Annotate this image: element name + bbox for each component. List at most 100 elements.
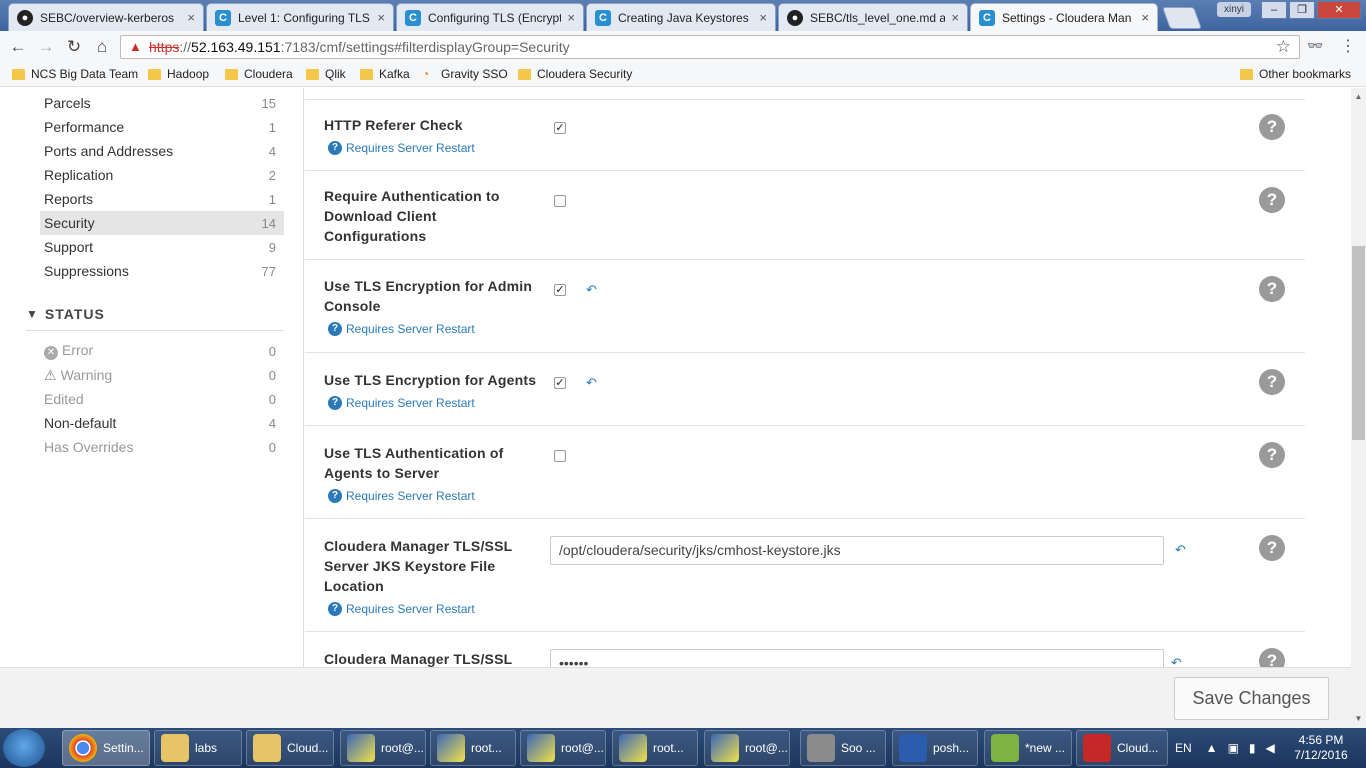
taskbar-item[interactable]: root@...	[340, 730, 426, 766]
browser-tab[interactable]: C Creating Java Keystores ×	[586, 3, 776, 31]
undo-icon[interactable]: ↶	[586, 375, 597, 391]
undo-icon[interactable]: ↶	[586, 282, 597, 298]
bookmark-item[interactable]: Hadoop	[148, 67, 209, 81]
taskbar-item[interactable]: root@...	[704, 730, 790, 766]
setting-checkbox[interactable]	[554, 450, 566, 462]
close-icon[interactable]: ×	[567, 10, 575, 25]
keystore-password-input[interactable]: ••••••	[550, 649, 1164, 667]
requires-restart-note[interactable]: ? Requires Server Restart	[328, 322, 475, 336]
bookmark-item[interactable]: ◔ Gravity SSO	[422, 67, 508, 81]
undo-icon[interactable]: ↶	[1171, 655, 1182, 667]
filter-category[interactable]: Performance 1	[40, 115, 284, 139]
network-icon[interactable]: ▮	[1249, 741, 1256, 755]
filter-category[interactable]: Support 9	[40, 235, 284, 259]
bookmark-star-icon[interactable]: ☆	[1276, 37, 1291, 57]
setting-row: Cloudera Manager TLS/SSL •••••• ↶ ?	[305, 632, 1305, 667]
filter-category[interactable]: Ports and Addresses 4	[40, 139, 284, 163]
save-changes-button[interactable]: Save Changes	[1174, 677, 1329, 720]
window-close-button[interactable]: ✕	[1317, 1, 1361, 19]
status-filter-warning[interactable]: ⚠ Warning 0	[40, 363, 284, 387]
taskbar-item[interactable]: Cloud...	[246, 730, 334, 766]
browser-tab[interactable]: C Level 1: Configuring TLS ×	[206, 3, 394, 31]
notepad-icon	[991, 734, 1019, 762]
setting-checkbox[interactable]: ✓	[554, 284, 566, 296]
requires-restart-note[interactable]: ? Requires Server Restart	[328, 396, 475, 410]
filter-category[interactable]: Suppressions 77	[40, 259, 284, 283]
requires-restart-note[interactable]: ? Requires Server Restart	[328, 602, 475, 616]
tray-expand-icon[interactable]: ▲	[1206, 741, 1218, 755]
language-indicator[interactable]: EN	[1175, 741, 1192, 755]
maximize-button[interactable]: ❐	[1289, 1, 1315, 19]
home-icon[interactable]: ⌂	[92, 37, 112, 57]
taskbar-item[interactable]: *new ...	[984, 730, 1072, 766]
tab-title: Configuring TLS (Encrypti	[428, 10, 562, 25]
close-icon[interactable]: ×	[377, 10, 385, 25]
setting-checkbox[interactable]: ✓	[554, 377, 566, 389]
back-icon[interactable]: ←	[8, 37, 28, 57]
help-icon[interactable]: ?	[1259, 648, 1285, 667]
menu-icon[interactable]: ⋮	[1340, 36, 1356, 56]
bookmark-item[interactable]: Cloudera	[225, 67, 293, 81]
setting-checkbox[interactable]	[554, 195, 566, 207]
status-filter-non-default[interactable]: Non-default 4	[40, 411, 284, 435]
status-filter-has-overrides[interactable]: Has Overrides 0	[40, 435, 284, 459]
minimize-button[interactable]: –	[1261, 1, 1287, 19]
scroll-down-arrow[interactable]: ▼	[1351, 714, 1366, 723]
settings-row-partial	[305, 88, 1305, 100]
other-bookmarks[interactable]: Other bookmarks	[1240, 67, 1351, 81]
device-icon[interactable]: ▣	[1228, 741, 1239, 755]
taskbar-item[interactable]: labs	[154, 730, 242, 766]
bookmark-item[interactable]: Cloudera Security	[518, 67, 632, 81]
folder-icon	[148, 68, 161, 80]
status-section-header[interactable]: ▼ STATUS	[26, 306, 105, 322]
help-icon[interactable]: ?	[1259, 114, 1285, 140]
clock[interactable]: 4:56 PM 7/12/2016	[1286, 733, 1356, 763]
status-filter-edited[interactable]: Edited 0	[40, 387, 284, 411]
address-bar[interactable]: ▲ https :// 52.163.49.151 :7183/cmf/sett…	[120, 35, 1300, 59]
browser-tab[interactable]: ● SEBC/overview-kerberos ×	[8, 3, 204, 31]
undo-icon[interactable]: ↶	[1175, 542, 1186, 558]
taskbar-item[interactable]: Soo ...	[800, 730, 886, 766]
browser-tab[interactable]: C Configuring TLS (Encrypti ×	[396, 3, 584, 31]
taskbar-item[interactable]: Cloud...	[1076, 730, 1168, 766]
start-button[interactable]	[3, 729, 45, 767]
requires-restart-note[interactable]: ? Requires Server Restart	[328, 141, 475, 155]
volume-icon[interactable]: ◀	[1266, 741, 1275, 755]
profile-user[interactable]: xinyi	[1217, 2, 1251, 17]
scrollbar-thumb[interactable]	[1352, 246, 1365, 440]
keystore-location-input[interactable]: /opt/cloudera/security/jks/cmhost-keysto…	[550, 536, 1164, 565]
taskbar-item[interactable]: posh...	[892, 730, 978, 766]
filter-category-security[interactable]: Security 14	[40, 211, 284, 235]
help-icon[interactable]: ?	[1259, 442, 1285, 468]
filter-category[interactable]: Reports 1	[40, 187, 284, 211]
bookmark-item[interactable]: NCS Big Data Team	[12, 67, 138, 81]
close-icon[interactable]: ×	[951, 10, 959, 25]
help-icon[interactable]: ?	[1259, 369, 1285, 395]
close-icon[interactable]: ×	[1141, 10, 1149, 25]
filter-category[interactable]: Parcels 15	[40, 91, 284, 115]
question-icon: ?	[328, 322, 342, 336]
bookmark-item[interactable]: Qlik	[306, 67, 346, 81]
taskbar-item[interactable]: Settin...	[62, 730, 150, 766]
reload-icon[interactable]: ↻	[64, 37, 84, 57]
taskbar-item[interactable]: root...	[430, 730, 516, 766]
setting-checkbox[interactable]: ✓	[554, 122, 566, 134]
close-icon[interactable]: ×	[187, 10, 195, 25]
help-icon[interactable]: ?	[1259, 187, 1285, 213]
extension-icon[interactable]: 👓	[1307, 38, 1323, 54]
help-icon[interactable]: ?	[1259, 535, 1285, 561]
taskbar-item[interactable]: root...	[612, 730, 698, 766]
forward-icon[interactable]: →	[36, 37, 56, 57]
scroll-up-arrow[interactable]: ▲	[1351, 92, 1366, 101]
requires-restart-note[interactable]: ? Requires Server Restart	[328, 489, 475, 503]
status-filter-error[interactable]: ✕ Error 0	[40, 339, 284, 363]
browser-tab[interactable]: ● SEBC/tls_level_one.md a ×	[778, 3, 968, 31]
browser-tab-active[interactable]: C Settings - Cloudera Man ×	[970, 3, 1158, 31]
help-icon[interactable]: ?	[1259, 276, 1285, 302]
taskbar-item[interactable]: root@...	[520, 730, 606, 766]
close-icon[interactable]: ×	[759, 10, 767, 25]
new-tab-button[interactable]	[1161, 7, 1203, 29]
filter-category[interactable]: Replication 2	[40, 163, 284, 187]
security-warning-icon[interactable]: ▲	[129, 40, 143, 54]
bookmark-item[interactable]: Kafka	[360, 67, 410, 81]
